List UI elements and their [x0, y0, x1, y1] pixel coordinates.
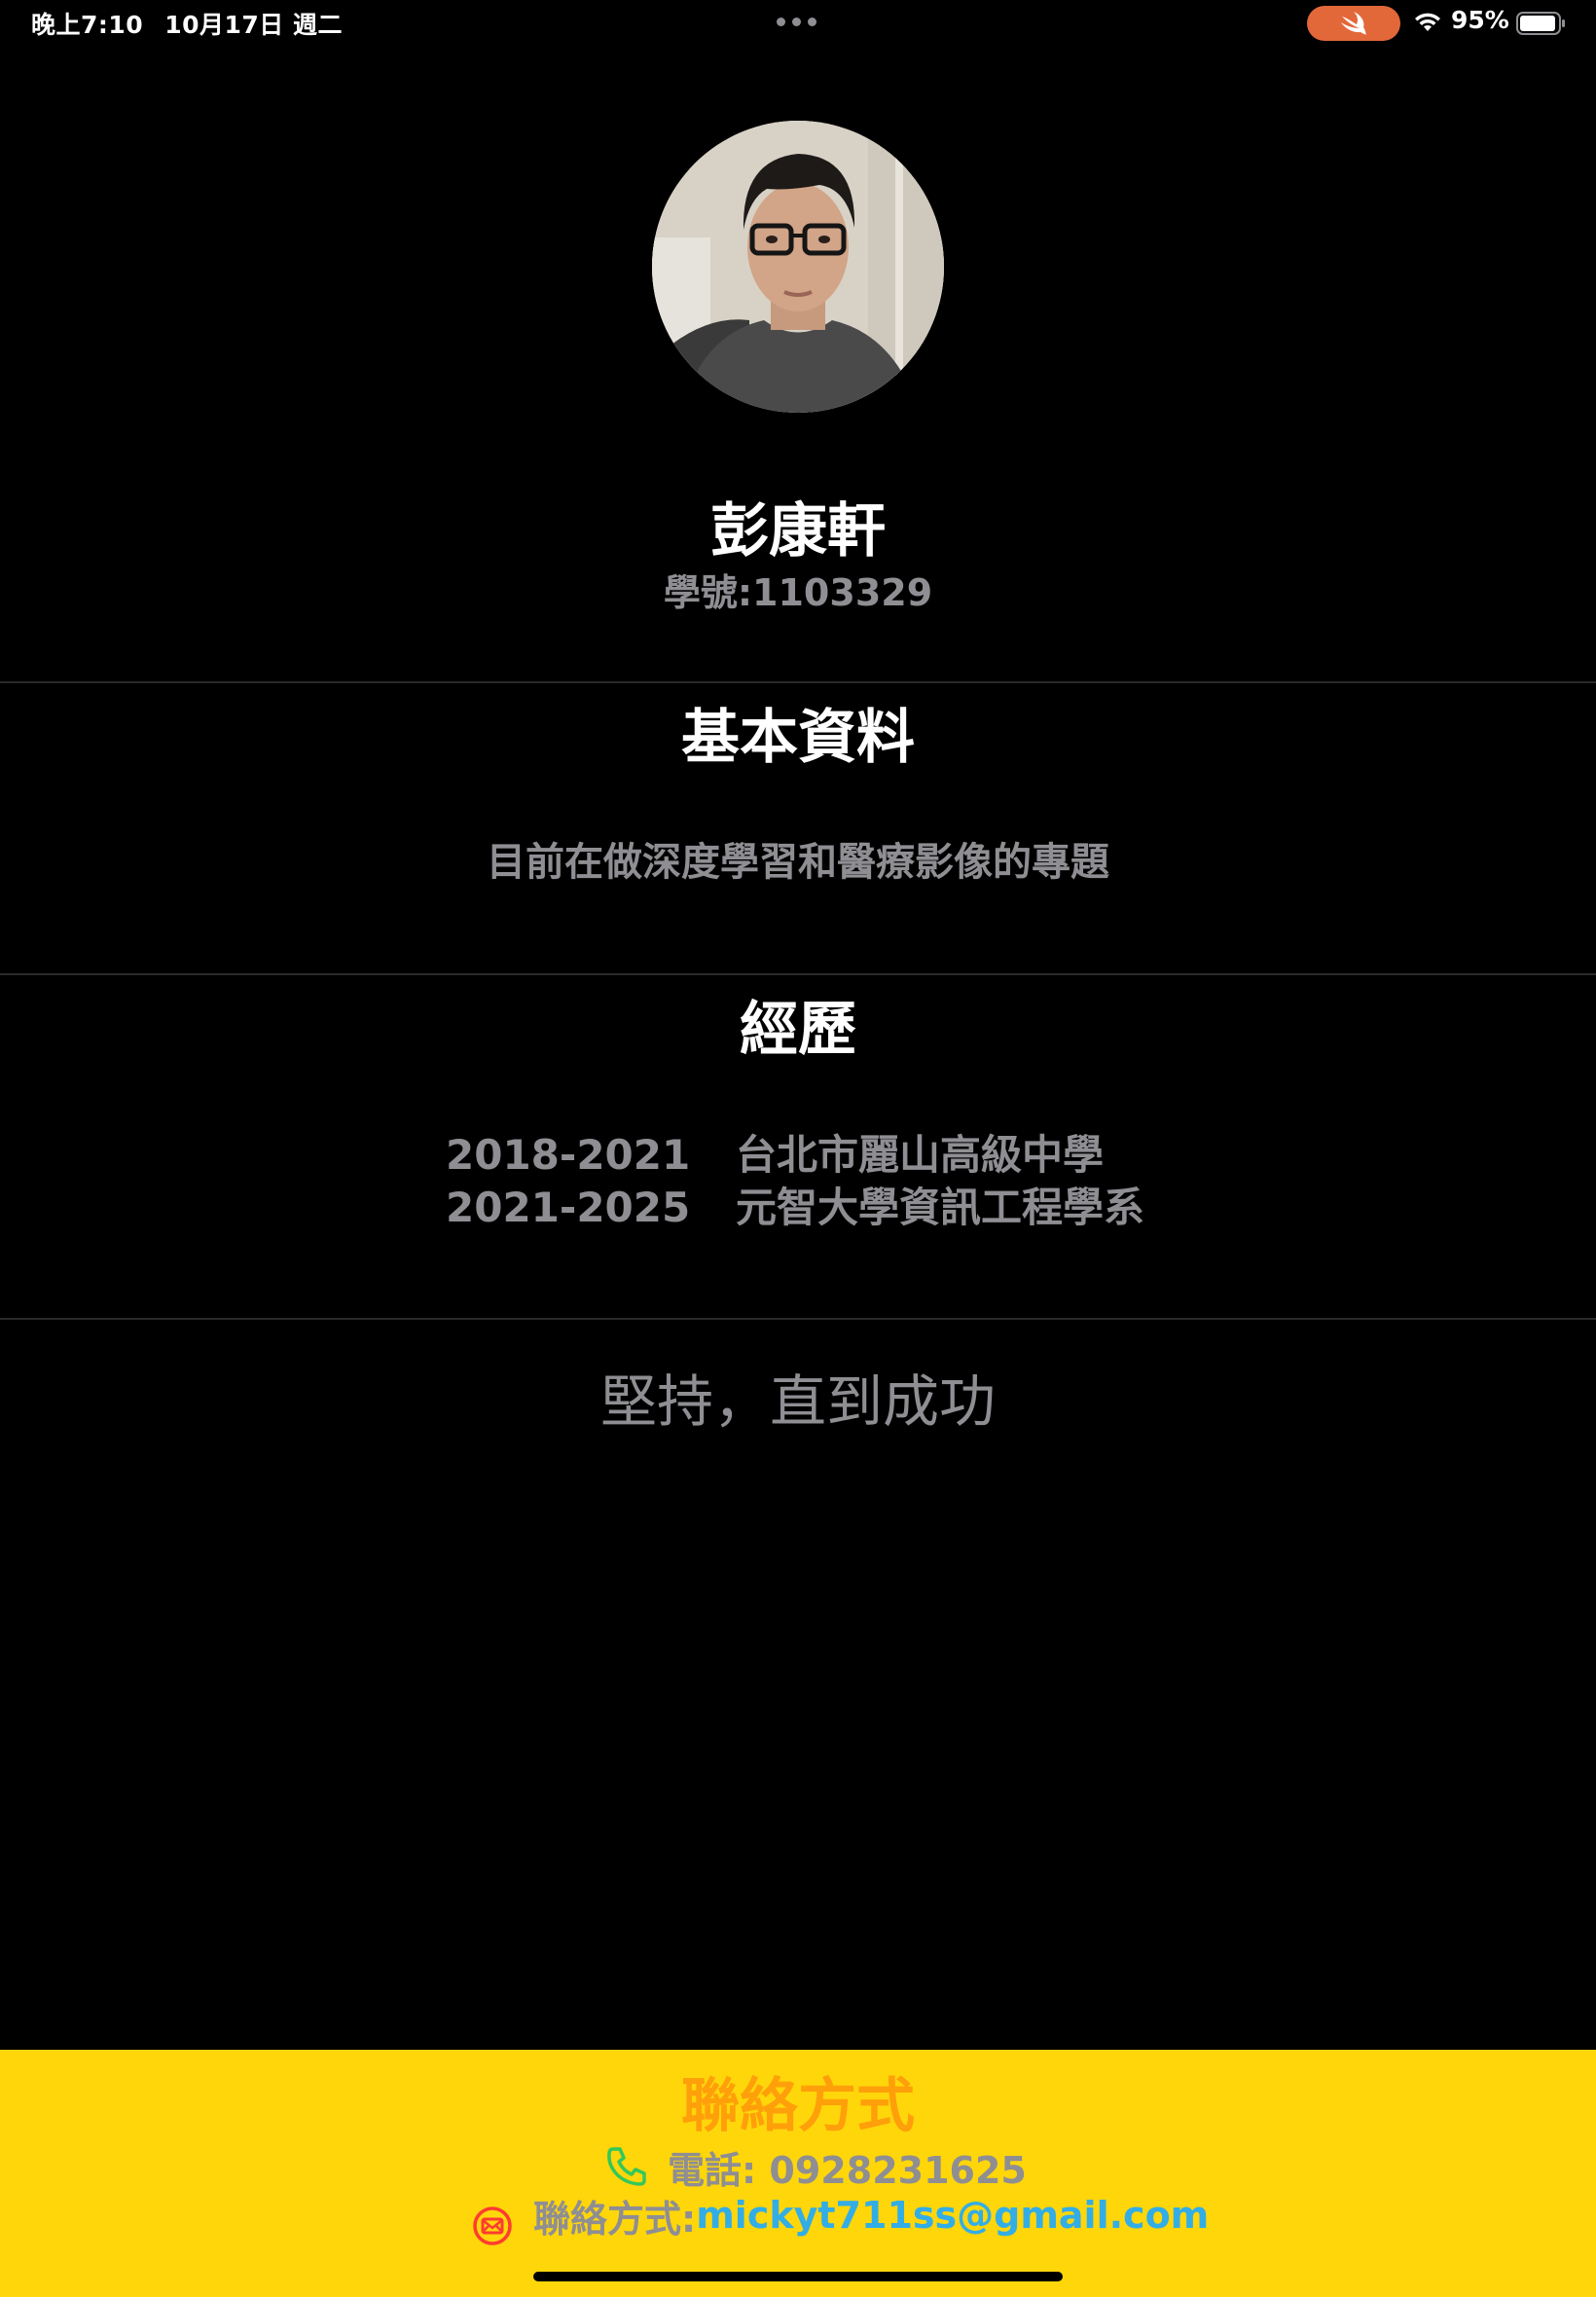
experience-school: 台北市麗山高級中學 — [736, 1131, 1105, 1179]
email-label: 聯絡方式: — [533, 2197, 697, 2241]
email-link[interactable]: mickyt711ss@gmail.com — [696, 2194, 1209, 2237]
motto: 堅持，直到成功 — [599, 1368, 996, 1435]
experience-school: 元智大學資訊工程學系 — [736, 1184, 1145, 1231]
home-indicator[interactable] — [533, 2272, 1063, 2281]
profile-photo — [652, 121, 944, 413]
battery-icon — [1516, 12, 1565, 35]
swift-icon[interactable] — [1307, 6, 1400, 41]
mail-icon — [473, 2206, 512, 2245]
experience-item: 2018-2021 台北市麗山高級中學 — [446, 1129, 1144, 1182]
contact-panel: 聯絡方式 電話: 0928231625 聯絡方式: mickyt711ss@gm… — [0, 2050, 1596, 2297]
status-bar: 晚上7:10 10月17日 週二 95% — [0, 0, 1596, 47]
wifi-icon — [1415, 13, 1440, 31]
student-id: 學號:1103329 — [663, 571, 933, 614]
profile-name: 彭康軒 — [710, 497, 886, 565]
status-date: 10月17日 週二 — [164, 11, 343, 39]
experience-title: 經歷 — [740, 996, 856, 1064]
profile-screen: 晚上7:10 10月17日 週二 95% 彭康軒 學號:1103329 基本資料… — [0, 0, 1596, 2297]
status-time: 晚上7:10 — [31, 11, 144, 39]
divider — [0, 973, 1596, 975]
experience-list: 2018-2021 台北市麗山高級中學 2021-2025 元智大學資訊工程學系 — [446, 1129, 1144, 1234]
experience-years: 2018-2021 — [446, 1131, 691, 1179]
phone-icon — [607, 2147, 646, 2186]
basic-info-title: 基本資料 — [681, 704, 915, 772]
experience-item: 2021-2025 元智大學資訊工程學系 — [446, 1182, 1144, 1234]
status-time-date: 晚上7:10 10月17日 週二 — [31, 6, 364, 41]
contact-title: 聯絡方式 — [681, 2072, 915, 2140]
divider — [0, 1318, 1596, 1320]
more-dots-icon[interactable] — [777, 18, 816, 26]
email-row: 聯絡方式: mickyt711ss@gmail.com — [471, 2186, 1209, 2245]
divider — [0, 681, 1596, 683]
experience-years: 2021-2025 — [446, 1184, 691, 1231]
battery-percentage: 95% — [1451, 6, 1509, 34]
basic-info-description: 目前在做深度學習和醫療影像的專題 — [487, 840, 1109, 885]
